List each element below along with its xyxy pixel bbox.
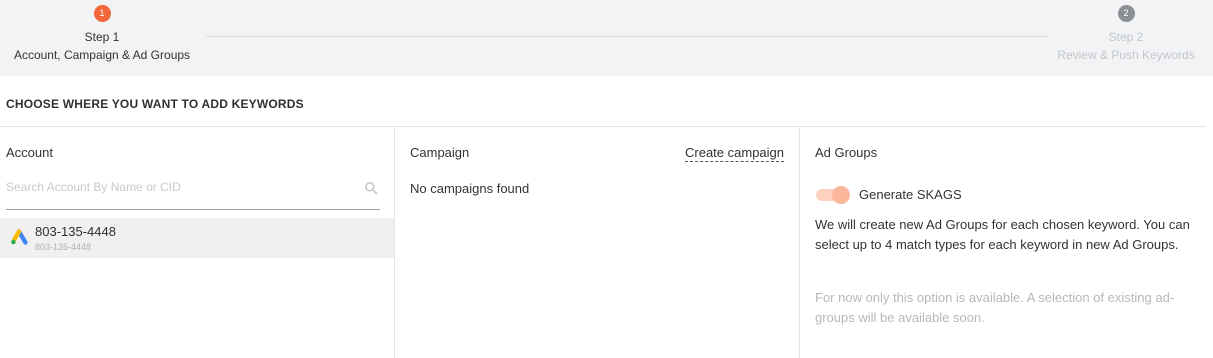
google-ads-icon	[11, 229, 28, 245]
generate-skags-toggle[interactable]	[815, 186, 851, 204]
step-2-number-badge: 2	[1117, 5, 1135, 22]
toggle-knob	[832, 186, 850, 204]
account-column: Account 803-135-4448 803-135-4448	[0, 127, 395, 358]
step-1-number-badge: 1	[93, 5, 111, 22]
stepper-connector	[206, 36, 1048, 37]
account-list-item[interactable]: 803-135-4448 803-135-4448	[0, 218, 394, 258]
section-title: CHOOSE WHERE YOU WANT TO ADD KEYWORDS	[6, 97, 304, 111]
search-icon[interactable]	[364, 181, 378, 195]
step-1-title: Step 1	[84, 30, 120, 44]
ad-groups-description: We will create new Ad Groups for each ch…	[815, 217, 1190, 252]
campaign-column: Campaign Create campaign No campaigns fo…	[395, 127, 800, 358]
ad-groups-column: Ad Groups Generate SKAGS We will create …	[800, 127, 1206, 358]
campaign-empty-text: No campaigns found	[410, 181, 530, 196]
account-id: 803-135-4448	[35, 242, 92, 252]
step-1[interactable]: 1 Step 1 Account, Campaign & Ad Groups	[0, 5, 204, 64]
campaign-label: Campaign	[410, 145, 470, 160]
account-name: 803-135-4448	[35, 224, 116, 239]
account-search-input[interactable]	[6, 175, 346, 199]
ad-groups-note: For now only this option is available. A…	[815, 290, 1175, 325]
account-search	[6, 174, 380, 210]
step-1-subtitle: Account, Campaign & Ad Groups	[13, 48, 191, 62]
account-label: Account	[6, 145, 53, 160]
generate-skags-label: Generate SKAGS	[859, 187, 962, 202]
step-2[interactable]: 2 Step 2 Review & Push Keywords	[1046, 5, 1206, 64]
ad-groups-label: Ad Groups	[815, 145, 878, 160]
step-2-subtitle: Review & Push Keywords	[1057, 48, 1195, 62]
stepper: 1 Step 1 Account, Campaign & Ad Groups 2…	[0, 0, 1213, 76]
step-2-title: Step 2	[1108, 30, 1144, 44]
create-campaign-link[interactable]: Create campaign	[685, 145, 784, 162]
